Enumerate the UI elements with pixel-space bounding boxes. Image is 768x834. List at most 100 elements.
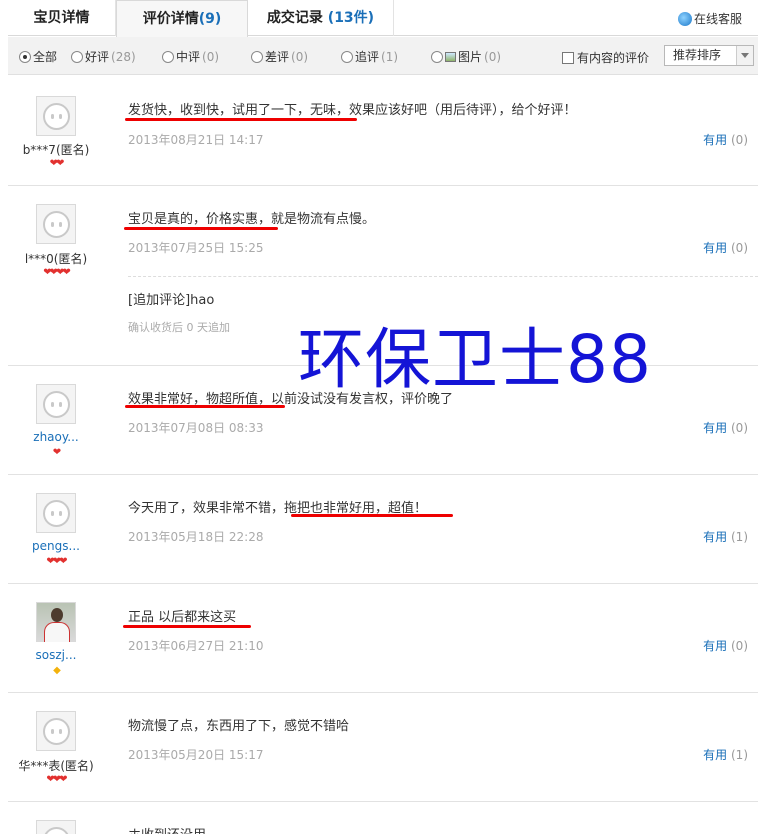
filter-count: (28) — [111, 49, 136, 64]
review-date: 2013年07月08日 08:33 — [128, 421, 264, 435]
review-content: 正品 以后都来这买 — [128, 610, 237, 625]
red-underline — [291, 514, 453, 517]
radio-icon — [431, 50, 443, 63]
tab-item-details[interactable]: 宝贝详情 — [8, 0, 116, 36]
reviewer-name: l***0(匿名) — [24, 252, 88, 266]
avatar — [36, 711, 76, 751]
useful-label: 有用 — [703, 133, 728, 147]
review-item: soszj... ◆ 正品 以后都来这买 2013年06月27日 21:10 有… — [8, 584, 758, 693]
reviewer-name-link[interactable]: soszj... — [8, 648, 104, 662]
red-underline — [125, 405, 285, 408]
avatar — [36, 602, 76, 642]
chat-icon — [677, 11, 692, 26]
filter-label: 图片 — [458, 50, 483, 64]
review-date: 2013年06月27日 21:10 — [128, 639, 264, 653]
watermark-text: 环保卫士88 — [298, 321, 652, 398]
radio-icon — [71, 50, 83, 63]
red-underline — [124, 227, 278, 230]
useful-count: (0) — [731, 421, 748, 435]
useful-count: (0) — [731, 639, 748, 653]
online-service-link[interactable]: 在线客服 — [677, 10, 742, 27]
red-underline — [123, 625, 251, 628]
avatar-photo-head — [51, 608, 63, 622]
divider — [128, 276, 758, 277]
avatar — [36, 493, 76, 533]
filter-count: (0) — [202, 49, 220, 64]
filter-all-radio[interactable]: 全部 — [19, 48, 57, 65]
avatar — [36, 384, 76, 424]
tab-label: 评价详情 — [142, 11, 199, 27]
review-content: 宝贝是真的，价格实惠，就是物流有点慢。 — [128, 212, 376, 227]
filter-good-radio[interactable]: 好评 (28) — [71, 48, 136, 65]
default-avatar-icon — [43, 211, 70, 238]
avatar — [36, 96, 76, 136]
filter-label: 全部 — [33, 50, 58, 64]
default-avatar-icon — [43, 500, 70, 527]
radio-icon — [162, 50, 174, 63]
sort-select[interactable]: 推荐排序 — [664, 45, 754, 66]
filter-label: 追评 — [355, 50, 380, 64]
sort-value: 推荐排序 — [673, 48, 722, 62]
chevron-down-icon — [736, 46, 753, 65]
filter-label: 中评 — [176, 50, 201, 64]
filter-label: 好评 — [85, 50, 110, 64]
tab-bar: 宝贝详情 评价详情(9) 成交记录 (13件) 在线客服 — [8, 0, 758, 37]
filter-bad-radio[interactable]: 差评 (0) — [251, 48, 308, 65]
useful-count: (1) — [731, 748, 748, 762]
checkbox-icon — [562, 51, 574, 64]
filter-pic-radio[interactable]: 图片 (0) — [431, 48, 501, 65]
tab-transactions[interactable]: 成交记录 (13件) — [248, 0, 394, 36]
tab-count: (13件) — [327, 10, 375, 26]
filter-mid-radio[interactable]: 中评 (0) — [162, 48, 219, 65]
reviewer-name: b***7(匿名) — [22, 143, 90, 157]
reviewer-name: 华***表(匿名) — [18, 759, 94, 773]
useful-button[interactable]: 有用 (0) — [703, 637, 748, 654]
useful-label: 有用 — [703, 748, 728, 762]
useful-button[interactable]: 有用 (1) — [703, 746, 748, 763]
buyer-rank-icon: ❤❤❤ — [46, 556, 67, 567]
review-filter-bar: 全部 好评 (28) 中评 (0) 差评 (0) 追评 (1) 图片 (0) 有内容的评价… — [8, 37, 758, 75]
has-content-checkbox[interactable]: 有内容的评价 — [562, 49, 649, 66]
review-content: ホ收到还没用 — [128, 824, 206, 834]
useful-button[interactable]: 有用 (0) — [703, 419, 748, 436]
review-item: 华***表(匿名) ❤❤❤ 物流慢了点，东西用了下，感觉不错哈 2013年05月… — [8, 693, 758, 802]
reviewer-name-link[interactable]: pengs... — [8, 539, 104, 553]
tab-label: 成交记录 — [266, 10, 323, 26]
useful-label: 有用 — [703, 639, 728, 653]
review-item: pengs... ❤❤❤ 今天用了，效果非常不错，拖把也非常好用，超值！ 201… — [8, 475, 758, 584]
useful-button[interactable]: 有用 (0) — [703, 239, 748, 256]
useful-button[interactable]: 有用 (0) — [703, 131, 748, 148]
image-icon — [445, 51, 456, 62]
reviewer-name-link[interactable]: zhaoy... — [8, 430, 104, 444]
buyer-rank-icon: ❤❤❤❤ — [43, 267, 71, 278]
useful-label: 有用 — [703, 241, 728, 255]
review-content: 发货快，收到快，试用了一下，无味，效果应该好吧（用后待评），给个好评！ — [128, 103, 577, 118]
avatar — [36, 204, 76, 244]
avatar-photo-body — [44, 622, 70, 642]
review-date: 2013年05月18日 22:28 — [128, 530, 264, 544]
review-date: 2013年08月21日 14:17 — [128, 133, 264, 147]
review-item: ホ收到还没用 — [8, 802, 758, 834]
buyer-rank-icon: ❤❤ — [49, 158, 65, 169]
radio-icon — [341, 50, 353, 63]
useful-label: 有用 — [703, 421, 728, 435]
filter-follow-radio[interactable]: 追评 (1) — [341, 48, 398, 65]
buyer-rank-icon: ❤❤❤ — [46, 774, 67, 785]
filter-count: (0) — [484, 49, 502, 64]
default-avatar-icon — [43, 827, 70, 834]
tab-reviews[interactable]: 评价详情(9) — [116, 0, 248, 37]
useful-count: (0) — [731, 241, 748, 255]
default-avatar-icon — [43, 103, 70, 130]
avatar — [36, 820, 76, 834]
useful-label: 有用 — [703, 530, 728, 544]
useful-count: (0) — [731, 133, 748, 147]
buyer-rank-icon: ◆ — [53, 665, 61, 676]
radio-icon — [251, 50, 263, 63]
filter-count: (0) — [291, 49, 309, 64]
append-review-note: 确认收货后 0 天追加 — [128, 321, 230, 334]
checkbox-label: 有内容的评价 — [577, 51, 650, 65]
review-content: 物流慢了点，东西用了下，感觉不错哈 — [128, 719, 350, 734]
red-underline — [125, 118, 357, 121]
useful-button[interactable]: 有用 (1) — [703, 528, 748, 545]
filter-count: (1) — [381, 49, 399, 64]
